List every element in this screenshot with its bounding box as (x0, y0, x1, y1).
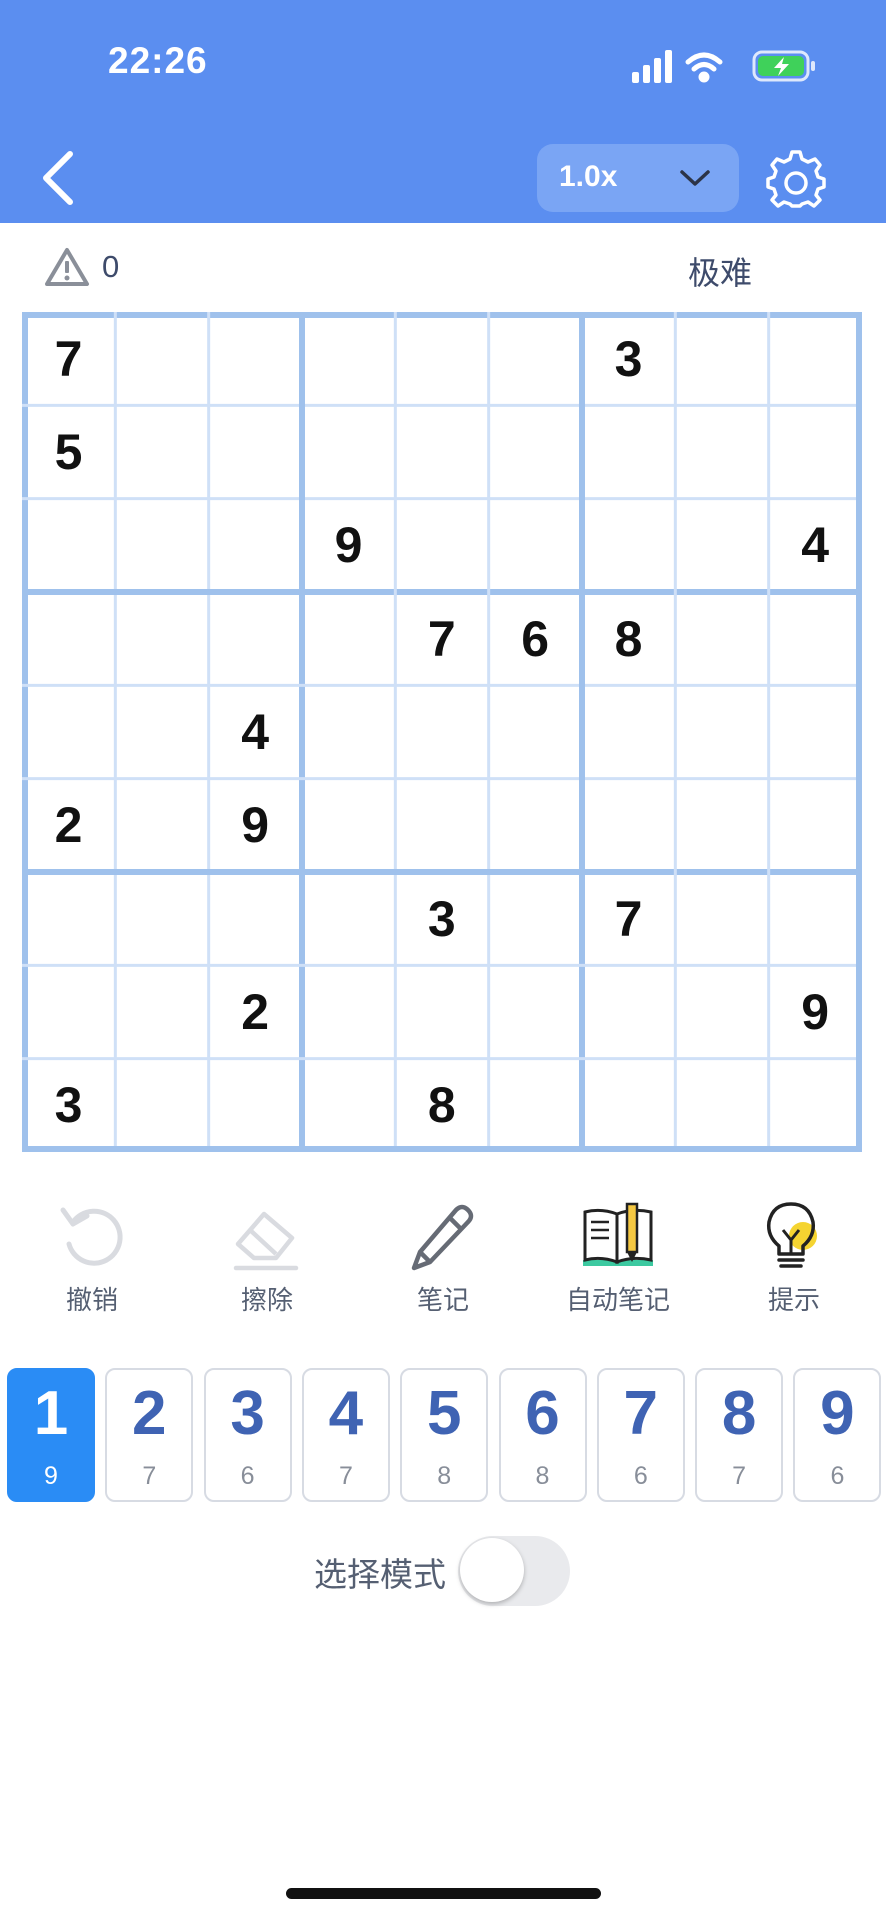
notes-label: 笔记 (416, 1285, 469, 1315)
number-key-9[interactable]: 96 (793, 1368, 882, 1502)
signal-icon (632, 50, 672, 83)
number-key-remaining: 8 (437, 1462, 452, 1490)
board-cell-r0c6[interactable]: 3 (582, 312, 675, 405)
status-icons (632, 50, 815, 83)
board-cell-r7c8[interactable]: 9 (769, 965, 862, 1058)
eraser-icon (233, 1211, 299, 1271)
notes-button[interactable]: 笔记 (368, 1200, 518, 1320)
number-key-digit: 7 (623, 1379, 659, 1448)
home-indicator[interactable] (286, 1888, 601, 1899)
board-cell-r5c2[interactable]: 9 (209, 779, 302, 872)
mistakes-count: 0 (102, 249, 120, 284)
sudoku-board[interactable]: 73594768429372938 (22, 312, 862, 1152)
number-key-2[interactable]: 27 (105, 1368, 194, 1502)
number-key-remaining: 7 (732, 1462, 747, 1490)
board-cell-r1c0[interactable]: 5 (22, 405, 115, 498)
board-cell-r8c4[interactable]: 8 (395, 1059, 488, 1152)
pencil-icon (411, 1204, 474, 1271)
erase-label: 擦除 (240, 1285, 293, 1315)
number-key-7[interactable]: 76 (596, 1368, 685, 1502)
number-key-3[interactable]: 36 (203, 1368, 292, 1502)
board-cell-r6c6[interactable]: 7 (582, 872, 675, 965)
mistakes-indicator: 0 (44, 247, 119, 287)
number-key-remaining: 8 (535, 1462, 550, 1490)
chevron-left-icon (43, 151, 73, 205)
board-cell-r5c0[interactable]: 2 (22, 779, 115, 872)
number-key-remaining: 7 (338, 1462, 353, 1490)
number-key-remaining: 9 (44, 1462, 58, 1490)
board-cell-r2c8[interactable]: 4 (769, 499, 862, 592)
number-key-remaining: 6 (830, 1462, 845, 1490)
board-cell-r8c0[interactable]: 3 (22, 1059, 115, 1152)
settings-button[interactable] (766, 150, 826, 210)
undo-button[interactable]: 撤销 (17, 1200, 167, 1320)
speed-label: 1.0x (559, 160, 618, 193)
number-key-5[interactable]: 58 (400, 1368, 489, 1502)
auto-notes-label: 自动笔记 (565, 1285, 670, 1315)
select-mode-toggle[interactable] (458, 1536, 570, 1606)
number-pad: 192736475868768796 (0, 1368, 886, 1502)
number-key-digit: 9 (820, 1379, 855, 1448)
number-key-4[interactable]: 47 (301, 1368, 390, 1502)
board-grid (22, 312, 862, 1152)
wifi-icon (685, 52, 723, 83)
number-key-8[interactable]: 87 (695, 1368, 784, 1502)
book-pencil-icon (583, 1202, 653, 1266)
gear-icon (766, 150, 826, 208)
number-key-1[interactable]: 19 (7, 1368, 95, 1502)
board-cell-r3c5[interactable]: 6 (489, 592, 582, 685)
board-cell-r6c4[interactable]: 3 (395, 872, 488, 965)
board-cell-r4c2[interactable]: 4 (209, 685, 302, 778)
app-header: 22:26 1.0x (0, 0, 886, 223)
hint-label: 提示 (767, 1285, 820, 1315)
undo-icon (60, 1207, 123, 1266)
board-cell-r0c0[interactable]: 7 (22, 312, 115, 405)
erase-button[interactable]: 擦除 (192, 1200, 342, 1320)
status-time: 22:26 (108, 40, 208, 81)
speed-selector[interactable]: 1.0x (537, 144, 739, 212)
number-key-digit: 3 (230, 1379, 265, 1448)
number-key-digit: 4 (328, 1379, 364, 1448)
auto-notes-button[interactable]: 自动笔记 (543, 1200, 693, 1320)
board-cell-r7c2[interactable]: 2 (209, 965, 302, 1058)
number-key-remaining: 6 (240, 1462, 255, 1490)
toggle-knob (460, 1538, 524, 1602)
number-key-digit: 8 (721, 1379, 757, 1448)
board-cell-r3c6[interactable]: 8 (582, 592, 675, 685)
number-key-digit: 1 (33, 1379, 69, 1448)
back-button[interactable] (36, 148, 86, 208)
hint-button[interactable]: 提示 (719, 1200, 869, 1320)
chevron-down-icon (680, 170, 710, 186)
tool-bar: 撤销 擦除 笔记 自动笔记 提示 (0, 1200, 886, 1320)
warning-icon (45, 248, 89, 286)
undo-label: 撤销 (65, 1285, 118, 1315)
board-cell-r3c4[interactable]: 7 (395, 592, 488, 685)
number-key-digit: 5 (426, 1379, 462, 1448)
select-mode-label: 选择模式 (314, 1556, 446, 1593)
number-key-digit: 6 (525, 1379, 560, 1448)
lightbulb-icon (766, 1202, 817, 1268)
battery-charging-icon (752, 50, 815, 82)
difficulty-label: 极难 (688, 255, 753, 291)
board-cell-r2c3[interactable]: 9 (302, 499, 395, 592)
number-key-remaining: 6 (633, 1462, 648, 1490)
number-key-digit: 2 (132, 1379, 167, 1448)
number-key-remaining: 7 (142, 1462, 157, 1490)
number-key-6[interactable]: 68 (498, 1368, 587, 1502)
